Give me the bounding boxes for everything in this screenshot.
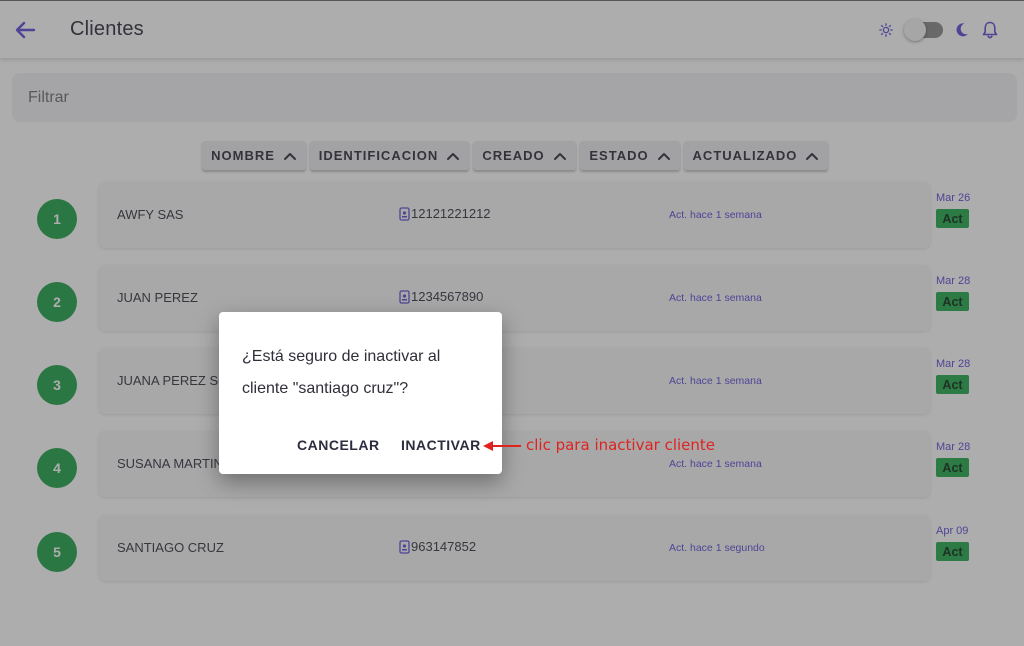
inactivate-button[interactable]: INACTIVAR bbox=[401, 433, 481, 457]
modal-overlay[interactable] bbox=[0, 0, 1024, 646]
dialog-message: ¿Está seguro de inactivar al cliente "sa… bbox=[242, 348, 441, 397]
annotation-text: clic para inactivar cliente bbox=[526, 436, 716, 454]
cancel-button[interactable]: CANCELAR bbox=[297, 433, 380, 457]
annotation-arrow-icon bbox=[483, 441, 521, 451]
confirm-dialog: ¿Está seguro de inactivar al cliente "sa… bbox=[219, 312, 502, 474]
